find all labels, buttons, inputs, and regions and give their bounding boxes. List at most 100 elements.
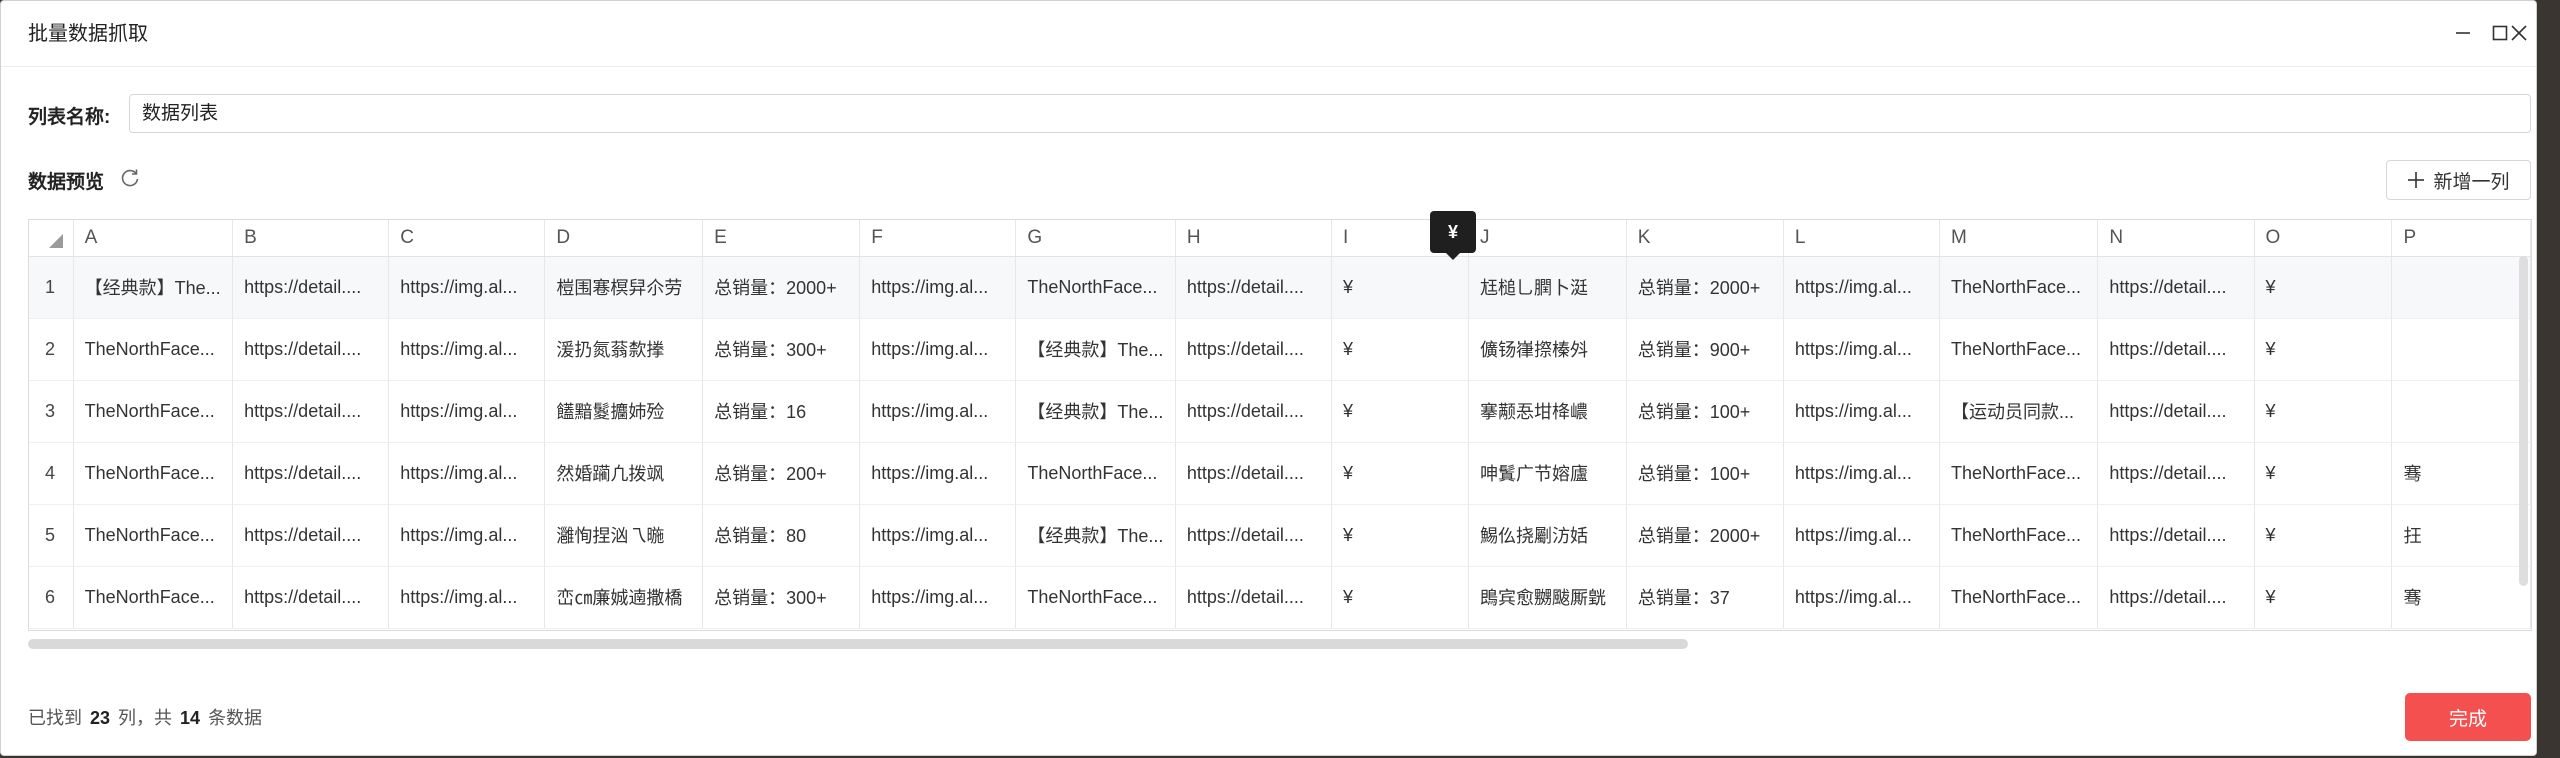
column-header[interactable]: C (388, 220, 546, 257)
table-cell[interactable]: ¥ (2254, 442, 2393, 505)
table-cell[interactable]: https://img.al... (1783, 318, 1940, 381)
refresh-icon[interactable] (119, 167, 141, 189)
table-cell[interactable]: 峦㎝廉娍遖撒橋 (544, 566, 704, 629)
table-cell[interactable]: TheNorthFace... (73, 442, 234, 505)
table-cell[interactable]: TheNorthFace... (1015, 442, 1176, 505)
table-cell[interactable]: https://img.al... (1783, 566, 1940, 629)
table-cell[interactable]: https://img.al... (859, 504, 1017, 567)
table-cell[interactable]: https://img.al... (388, 256, 546, 319)
table-cell[interactable]: TheNorthFace... (1939, 442, 2099, 505)
table-cell[interactable]: https://detail.... (2097, 566, 2255, 629)
column-header[interactable]: P (2391, 220, 2531, 257)
table-row[interactable]: 4 TheNorthFace... https://detail.... https:… (29, 442, 2531, 505)
table-cell[interactable]: 饚黯鬉攟姉殓 (544, 380, 704, 443)
table-cell[interactable]: 抂 (2391, 504, 2531, 567)
table-cell[interactable]: TheNorthFace... (73, 380, 234, 443)
table-cell[interactable]: https://detail.... (232, 442, 390, 505)
table-cell[interactable]: https://img.al... (1783, 504, 1940, 567)
table-cell[interactable]: https://detail.... (232, 318, 390, 381)
table-cell[interactable]: TheNorthFace... (1939, 318, 2099, 381)
select-all-corner[interactable] (29, 220, 74, 257)
table-cell[interactable]: https://detail.... (2097, 442, 2255, 505)
column-header[interactable]: O (2254, 220, 2393, 257)
table-cell[interactable]: ¥ (1331, 442, 1470, 505)
table-cell[interactable]: https://img.al... (859, 318, 1017, 381)
table-cell[interactable]: https://detail.... (1175, 442, 1332, 505)
table-row[interactable]: 6 TheNorthFace... https://detail.... https:… (29, 566, 2531, 629)
table-cell[interactable]: https://img.al... (388, 318, 546, 381)
table-cell[interactable]: 【经典款】The... (1015, 318, 1176, 381)
table-cell[interactable]: 【经典款】The... (1015, 504, 1176, 567)
table-cell[interactable]: 【运动员同款... (1939, 380, 2099, 443)
table-cell[interactable]: TheNorthFace... (1939, 256, 2099, 319)
table-cell[interactable]: https://img.al... (388, 442, 546, 505)
table-cell[interactable]: 总销量：300+ (702, 318, 861, 381)
table-cell[interactable]: https://img.al... (388, 380, 546, 443)
table-cell[interactable]: 总销量：300+ (702, 566, 861, 629)
table-cell[interactable]: https://img.al... (388, 504, 546, 567)
table-cell[interactable]: https://detail.... (232, 566, 390, 629)
column-header[interactable]: J (1468, 220, 1627, 257)
table-cell[interactable]: https://detail.... (1175, 566, 1332, 629)
table-cell[interactable]: https://img.al... (388, 566, 546, 629)
table-cell[interactable] (2391, 318, 2531, 381)
table-cell[interactable] (2391, 256, 2531, 319)
column-header[interactable]: F (859, 220, 1017, 257)
table-cell[interactable]: https://detail.... (232, 504, 390, 567)
table-cell[interactable]: 骞 (2391, 566, 2531, 629)
table-cell[interactable]: 鵖宾愈嬲颰厮皝 (1468, 566, 1627, 629)
table-cell[interactable]: 骞 (2391, 442, 2531, 505)
table-cell[interactable]: 总销量：200+ (702, 442, 861, 505)
table-cell[interactable]: 然婚躏凢拨飒 (544, 442, 704, 505)
table-cell[interactable]: ¥ (2254, 318, 2393, 381)
table-row[interactable]: 5 TheNorthFace... https://detail.... https:… (29, 504, 2531, 567)
table-cell[interactable]: TheNorthFace... (73, 504, 234, 567)
table-cell[interactable]: TheNorthFace... (73, 318, 234, 381)
table-cell[interactable]: 【经典款】The... (73, 256, 234, 319)
table-cell[interactable]: 总销量：2000+ (1626, 256, 1784, 319)
table-row[interactable]: 2 TheNorthFace... https://detail.... https:… (29, 318, 2531, 381)
horizontal-scrollbar[interactable] (28, 639, 1688, 649)
table-cell[interactable]: 尪槌乚膶卜涏 (1468, 256, 1627, 319)
vertical-scrollbar[interactable] (2519, 256, 2528, 586)
add-column-button[interactable]: 新增一列 (2386, 160, 2531, 200)
table-cell[interactable]: TheNorthFace... (1939, 566, 2099, 629)
table-cell[interactable]: ¥ (1331, 504, 1470, 567)
table-cell[interactable]: https://img.al... (859, 380, 1017, 443)
table-cell[interactable]: https://detail.... (2097, 318, 2255, 381)
table-cell[interactable]: TheNorthFace... (73, 566, 234, 629)
table-cell[interactable]: https://img.al... (859, 442, 1017, 505)
table-cell[interactable]: 儣钖嵂摖榛斘 (1468, 318, 1627, 381)
column-header[interactable]: N (2097, 220, 2255, 257)
table-cell[interactable]: 总销量：80 (702, 504, 861, 567)
table-cell[interactable]: 总销量：16 (702, 380, 861, 443)
table-cell[interactable]: ¥ (2254, 380, 2393, 443)
table-cell[interactable]: 总销量：900+ (1626, 318, 1784, 381)
done-button[interactable]: 完成 (2405, 693, 2531, 741)
table-cell[interactable]: https://detail.... (2097, 504, 2255, 567)
table-row[interactable]: 3 TheNorthFace... https://detail.... https:… (29, 380, 2531, 443)
table-cell[interactable]: 榿围寋榠舁尒劳 (544, 256, 704, 319)
table-cell[interactable]: https://detail.... (1175, 318, 1332, 381)
table-cell[interactable]: TheNorthFace... (1015, 566, 1176, 629)
column-header[interactable]: L (1783, 220, 1940, 257)
table-cell[interactable]: 【经典款】The... (1015, 380, 1176, 443)
table-cell[interactable]: https://detail.... (2097, 256, 2255, 319)
column-header[interactable]: D (544, 220, 704, 257)
table-cell[interactable]: https://detail.... (1175, 504, 1332, 567)
table-cell[interactable]: https://detail.... (232, 256, 390, 319)
column-header[interactable]: M (1939, 220, 2099, 257)
column-header[interactable]: B (232, 220, 390, 257)
column-header[interactable]: H (1175, 220, 1332, 257)
table-cell[interactable]: 搴颟忢坩栙嶩 (1468, 380, 1627, 443)
table-cell[interactable]: TheNorthFace... (1015, 256, 1176, 319)
table-cell[interactable]: https://img.al... (859, 256, 1017, 319)
table-cell[interactable]: https://img.al... (1783, 442, 1940, 505)
table-cell[interactable]: https://img.al... (1783, 256, 1940, 319)
table-cell[interactable]: ¥ (2254, 566, 2393, 629)
table-cell[interactable]: ¥ (2254, 504, 2393, 567)
table-cell[interactable]: ¥ (1331, 566, 1470, 629)
minimize-button[interactable] (2445, 15, 2481, 51)
table-cell[interactable]: 总销量：2000+ (1626, 504, 1784, 567)
table-cell[interactable]: 湲扔氮蓊歀搼 (544, 318, 704, 381)
